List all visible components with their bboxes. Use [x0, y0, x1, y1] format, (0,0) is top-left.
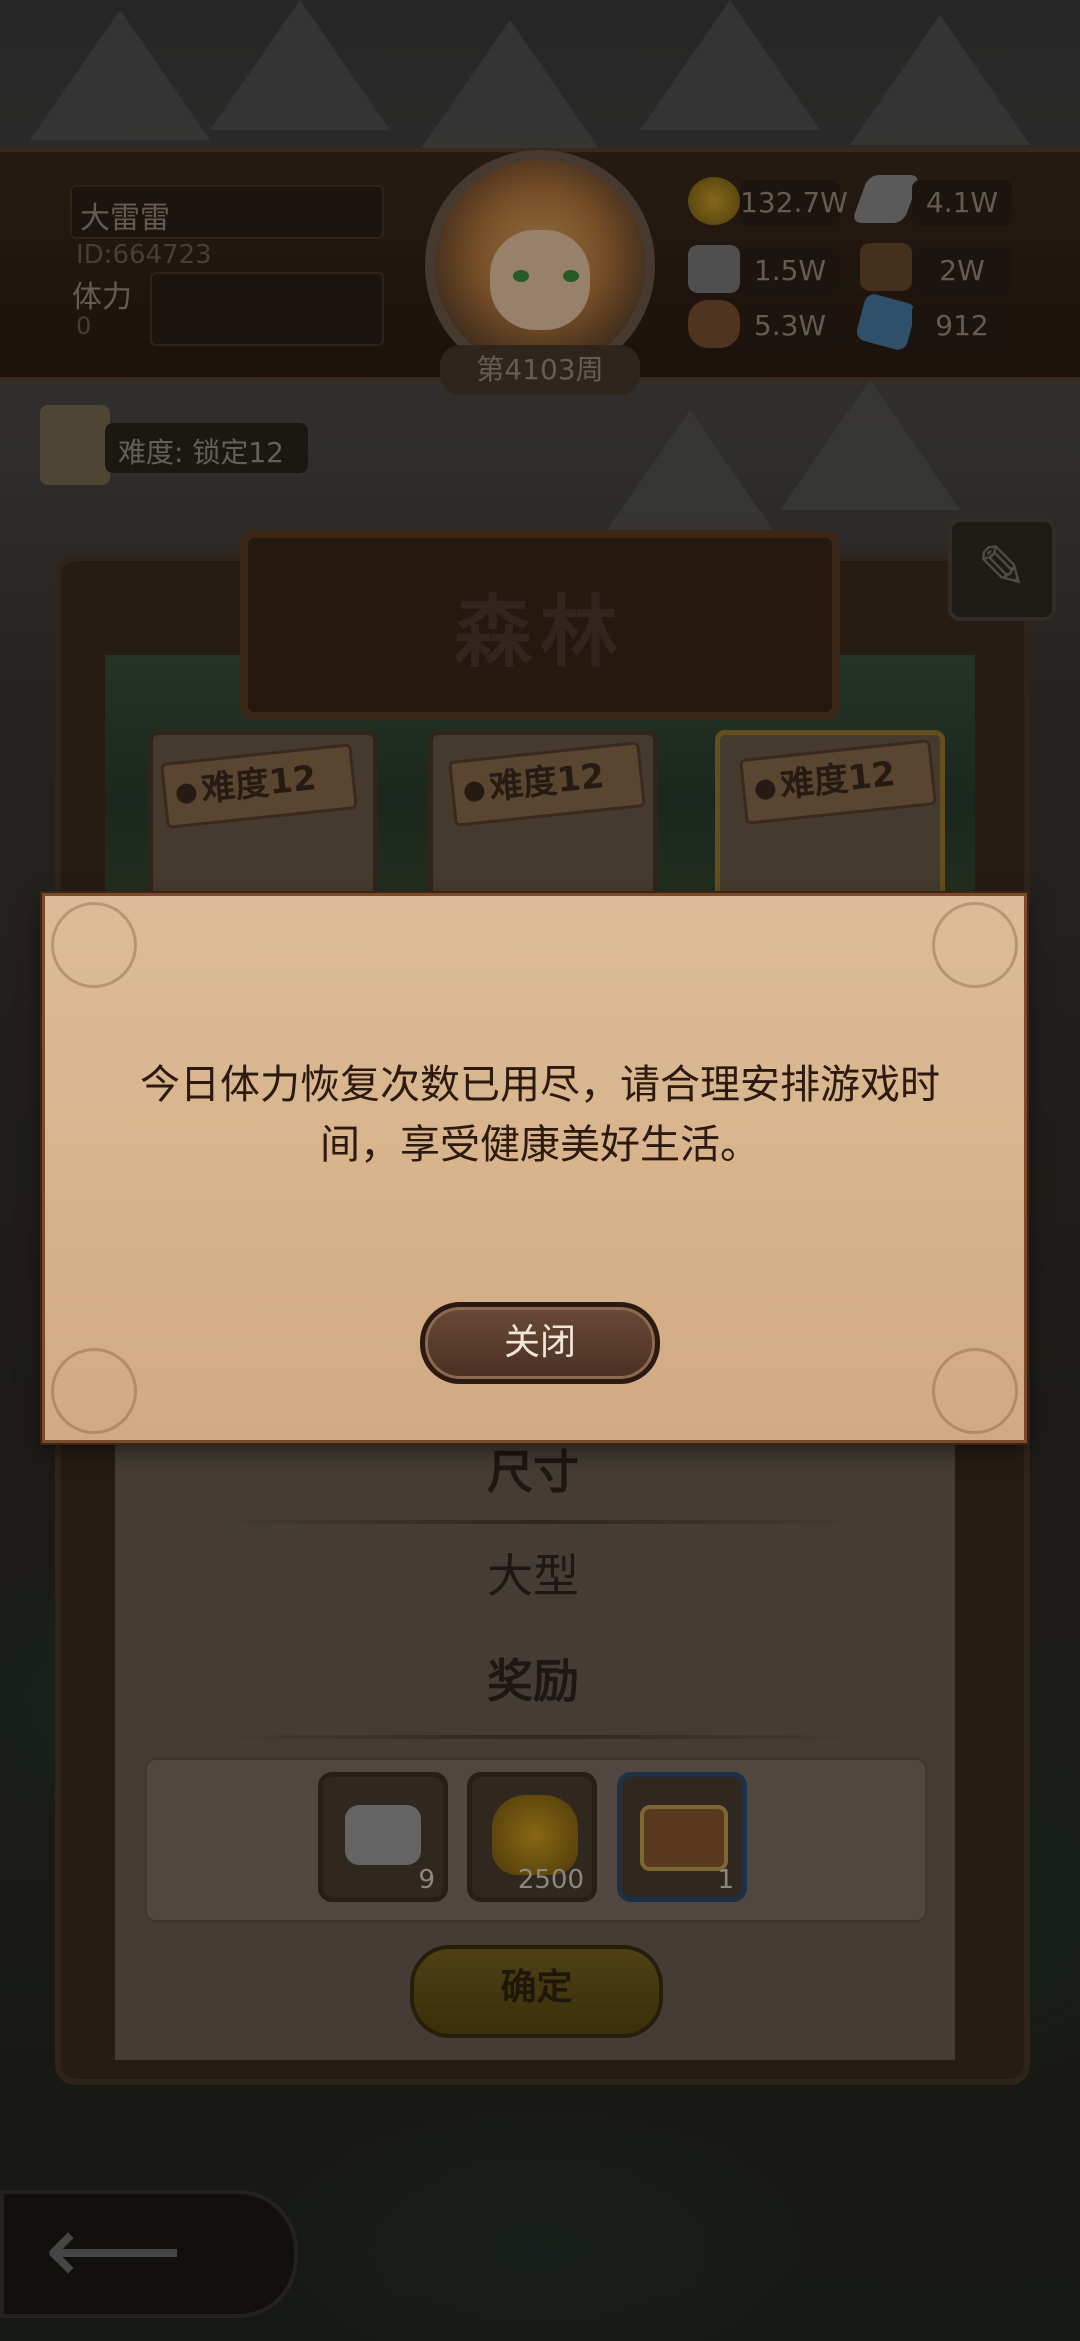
- dialog-message-line1: 今日体力恢复次数已用尽，请合理安排游戏时: [140, 1062, 940, 1108]
- corner-ornament: [932, 902, 1018, 988]
- corner-ornament: [51, 1348, 137, 1434]
- corner-ornament: [932, 1348, 1018, 1434]
- close-button[interactable]: 关闭: [420, 1302, 660, 1384]
- dialog-message-line2: 间，享受健康美好生活。: [320, 1122, 760, 1168]
- corner-ornament: [51, 902, 137, 988]
- dialog-message: 今日体力恢复次数已用尽，请合理安排游戏时 间，享受健康美好生活。: [112, 1055, 968, 1175]
